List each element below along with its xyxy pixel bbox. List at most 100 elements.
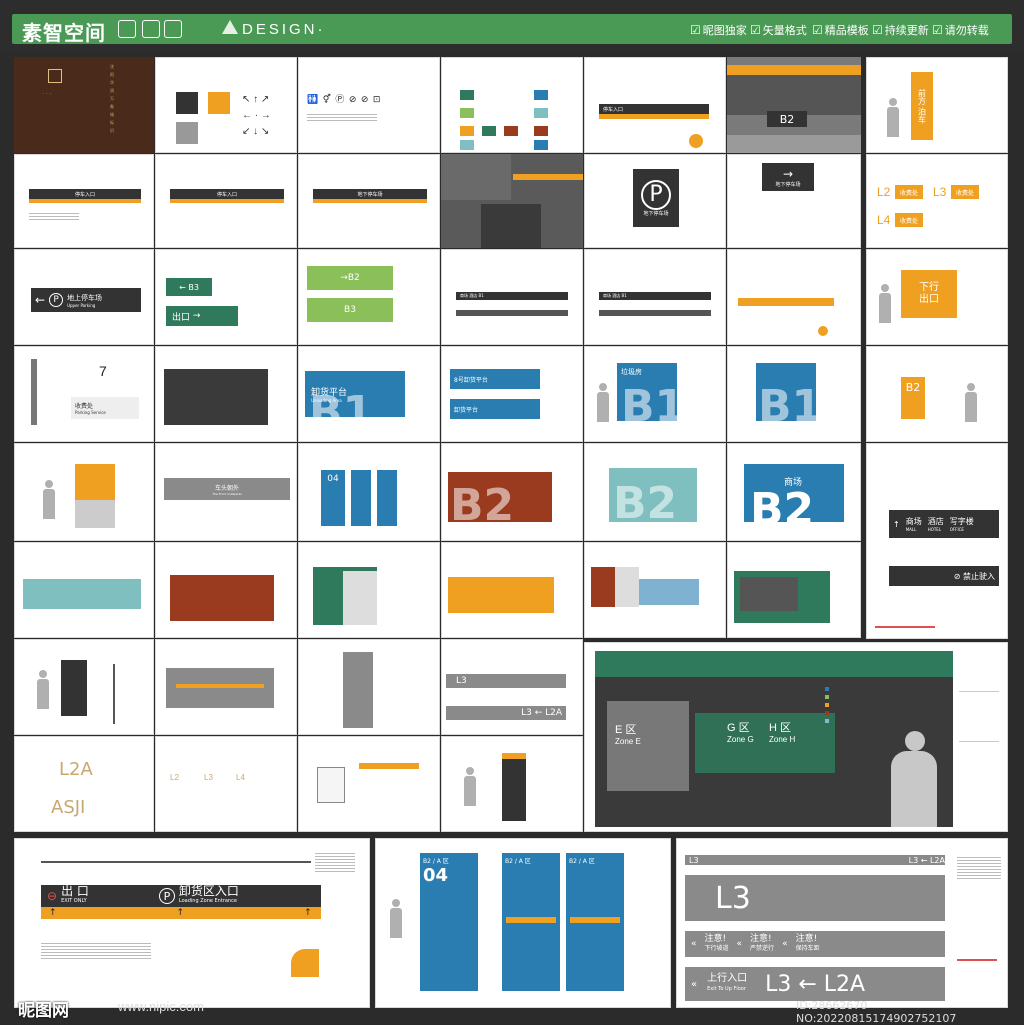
page-floor-marking[interactable] [155, 639, 297, 735]
page-red-long[interactable] [155, 542, 297, 638]
page-upper-parking[interactable]: ← P 地上停车场 Upper Parking [14, 249, 154, 345]
page-beam-orange[interactable] [727, 249, 861, 345]
page-green-map[interactable] [727, 542, 861, 638]
page-head-out[interactable]: 车头朝外 The Front Outwards [155, 443, 297, 541]
cover-card[interactable]: · · · 沈阳华润万象城标识 [14, 57, 154, 153]
photo-garage-entrance[interactable]: B2 [727, 57, 861, 153]
page-l2a-letters[interactable]: L2A ASJI [14, 736, 154, 832]
page-spec-dark[interactable] [155, 346, 297, 442]
page-04-panels[interactable]: 04 [298, 443, 440, 541]
page-toll-7[interactable]: 7 收费处 Parking Service [14, 346, 154, 442]
page-exit-loading-beam[interactable]: ⊖ 出 口 EXIT ONLY P 卸货区入口 Loading Zone Entranc… [14, 838, 370, 1008]
caution-sign: «注意! 下行坡道 «注意! 严禁逆行 «注意! 保持车距 [685, 931, 945, 957]
photo-parking-interior[interactable] [441, 154, 583, 248]
page-entrance-beam-2[interactable]: 停车入口 [155, 154, 297, 248]
b1-watermark-3: B1 [758, 381, 823, 432]
l3-label: L3 [933, 185, 947, 199]
page-pictograms[interactable]: 🚻 ⚥ Ⓟ ⊘ ⊘ ⊡ [298, 57, 440, 153]
totem-04: B2 / A 区 04 [420, 853, 478, 991]
exit-green-sign: 出口 → [166, 306, 238, 326]
down-exit-sign: 下行 出口 [901, 270, 957, 318]
l3-big-sign: L3 [685, 875, 945, 921]
b2-big-label: B2 [750, 484, 815, 535]
page-toll-booths[interactable]: L2 收费处 L3 收费处 L4 收费处 [866, 154, 1008, 248]
upper-parking-sign: ← P 地上停车场 Upper Parking [31, 288, 141, 312]
l2-label: L2 [877, 185, 891, 199]
play-icon[interactable] [142, 20, 160, 38]
page-mall-beam[interactable]: 商场 酒店 B1 [441, 249, 583, 345]
page-b1-blue[interactable]: B1 [727, 346, 861, 442]
page-beam-2[interactable]: 商场 酒店 B1 [584, 249, 726, 345]
page-unloading[interactable]: 卸货平台 Unloading Area B1 [298, 346, 440, 442]
user-icon[interactable] [118, 20, 136, 38]
page-b3-exit[interactable]: ← B3 出口 → [155, 249, 297, 345]
page-toll-letters[interactable]: L2 L3 L4 [155, 736, 297, 832]
parking-area-map [695, 713, 835, 773]
page-parking-entrance[interactable]: 停车入口 [584, 57, 726, 153]
watermark-id: ID:28662670 NO:20220815174902752107 [796, 999, 957, 1025]
b3-green-sign: ← B3 [166, 278, 212, 296]
page-mall-hotel-office[interactable]: ↑ 商场 MALL 酒店 HOTEL 写字楼 OFFICE ⊘ 禁止驶入 [866, 443, 1008, 639]
page-notice-board[interactable] [298, 736, 440, 832]
b3-lightgreen-sign: B3 [307, 298, 393, 322]
l4-letter: L4 [236, 773, 245, 782]
front-parking-sign: 前方 泊车 [911, 72, 933, 140]
page-red-wall[interactable]: B2 [441, 443, 583, 541]
p-loading-icon: P [158, 888, 175, 904]
p-icon: P [49, 293, 64, 307]
number-7-label: 7 [99, 363, 107, 379]
badge-update: 持续更新 [872, 22, 929, 38]
page-entrance-beam[interactable]: 停车入口 [14, 154, 154, 248]
page-b2-mall[interactable]: 商场 B2 [727, 443, 861, 541]
toll-sign-l2: 收费处 [895, 185, 923, 199]
page-green-panel[interactable] [298, 542, 440, 638]
zone-h-label: H 区 Zone H [769, 722, 796, 745]
page-b2a-totems[interactable]: B2 / A 区 04 B2 / A 区 B2 / A 区 [375, 838, 671, 1008]
page-down-exit[interactable]: 下行 出口 [866, 249, 1008, 345]
page-brown-panel[interactable] [584, 542, 726, 638]
page-b2-b3-green[interactable]: → B2 B3 [298, 249, 440, 345]
l3-letter: L3 [204, 773, 213, 782]
page-floor-lane[interactable] [298, 639, 440, 735]
image-icon[interactable] [164, 20, 182, 38]
page-totem-orange[interactable] [441, 736, 583, 832]
toll-7-sign: 收费处 Parking Service [71, 397, 139, 419]
arrow-set-icon: ↖ ↑ ↗ ← · → ↙ ↓ ↘ [242, 94, 271, 137]
page-zone-map[interactable]: E 区 Zone E G 区 Zone G H 区 Zone H [584, 642, 1008, 832]
toll-sign-l3: 收费处 [951, 185, 979, 199]
page-color-swatches[interactable] [441, 57, 583, 153]
page-l3-caution[interactable]: L3 L3 ← L2A L3 «注意! 下行坡道 «注意! 严禁逆行 «注意! 保持车距… [676, 838, 1008, 1008]
page-garbage-room[interactable]: 垃圾房 B1 [584, 346, 726, 442]
b2-garage-sign: B2 [767, 111, 807, 127]
page-underground-beam[interactable]: 地下停车场 [298, 154, 440, 248]
page-front-parking[interactable]: 前方 泊车 [866, 57, 1008, 153]
person-head-silhouette [905, 731, 925, 751]
page-b2-orange[interactable]: B2 [866, 346, 1008, 442]
up-entrance-sign: «上行入口 Exit To Up Floor L3 ← L2A [685, 967, 945, 1001]
page-color-palette[interactable]: ↖ ↑ ↗ ← · → ↙ ↓ ↘ [155, 57, 297, 153]
page-teal-long[interactable] [14, 542, 154, 638]
page-teal-wall[interactable]: B2 [584, 443, 726, 541]
watermark-url[interactable]: www.nipic.com [118, 999, 204, 1014]
page-orange-long[interactable] [441, 542, 583, 638]
mountain-logo-icon [48, 69, 62, 83]
exit-loading-sign: ⊖ 出 口 EXIT ONLY P 卸货区入口 Loading Zone Entranc… [41, 885, 321, 907]
badge-exclusive: 昵图独家 [690, 22, 747, 38]
p-parking-sign: P 地下停车场 [633, 169, 679, 227]
constellation-icon: · · · [42, 91, 52, 97]
page-platform-8[interactable]: 8号卸货平台 卸货平台 [441, 346, 583, 442]
b1-watermark: B1 [309, 387, 374, 438]
swatch-gray [176, 122, 198, 144]
badge-template: 精品模板 [812, 22, 869, 38]
page-orange-kiosk[interactable] [14, 443, 154, 541]
head-out-sign: 车头朝外 The Front Outwards [164, 478, 290, 500]
b2-lightgreen-sign: → B2 [307, 266, 393, 290]
page-basement-arrow[interactable]: → 地下停车场 [727, 154, 861, 248]
page-totem-dark[interactable] [14, 639, 154, 735]
b1-watermark-2: B1 [621, 381, 686, 432]
brand-logo[interactable]: 素智空间 [22, 17, 106, 46]
person-body-silhouette [891, 751, 937, 827]
zone-g-label: G 区 Zone G [727, 722, 754, 745]
page-parking-p-sign[interactable]: P 地下停车场 [584, 154, 726, 248]
page-l3-beams[interactable]: L3 L3 ← L2A [441, 639, 583, 735]
